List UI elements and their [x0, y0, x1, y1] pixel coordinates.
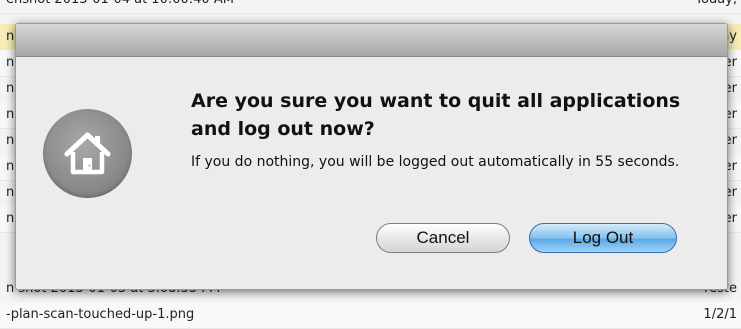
- file-name: n: [6, 29, 15, 44]
- file-date: 1/2/1: [703, 307, 737, 322]
- file-name: n: [6, 159, 15, 174]
- file-name: -plan-scan-touched-up-1.png: [6, 307, 195, 322]
- list-item[interactable]: -plan-scan-touched-up-1.png 1/2/1: [0, 302, 741, 329]
- file-name: n: [6, 107, 15, 122]
- list-item[interactable]: enshot 2013-01-04 at 10:00:40 AM Today,: [0, 0, 741, 14]
- logout-dialog: Are you sure you want to quit all applic…: [15, 23, 728, 290]
- home-icon: [43, 109, 132, 198]
- file-name: n: [6, 185, 15, 200]
- file-name: enshot 2013-01-04 at 10:00:40 AM: [6, 0, 234, 13]
- cancel-button[interactable]: Cancel: [376, 223, 510, 253]
- dialog-titlebar[interactable]: [16, 24, 727, 57]
- dialog-title: Are you sure you want to quit all applic…: [191, 90, 681, 140]
- log-out-button[interactable]: Log Out: [529, 223, 677, 253]
- file-name: n: [6, 133, 15, 148]
- house-glyph: [64, 132, 111, 175]
- file-name: n: [6, 81, 15, 96]
- file-name: n: [6, 211, 15, 226]
- dialog-message: If you do nothing, you will be logged ou…: [191, 154, 680, 170]
- file-name: n: [6, 55, 15, 70]
- file-date: Today,: [695, 0, 737, 13]
